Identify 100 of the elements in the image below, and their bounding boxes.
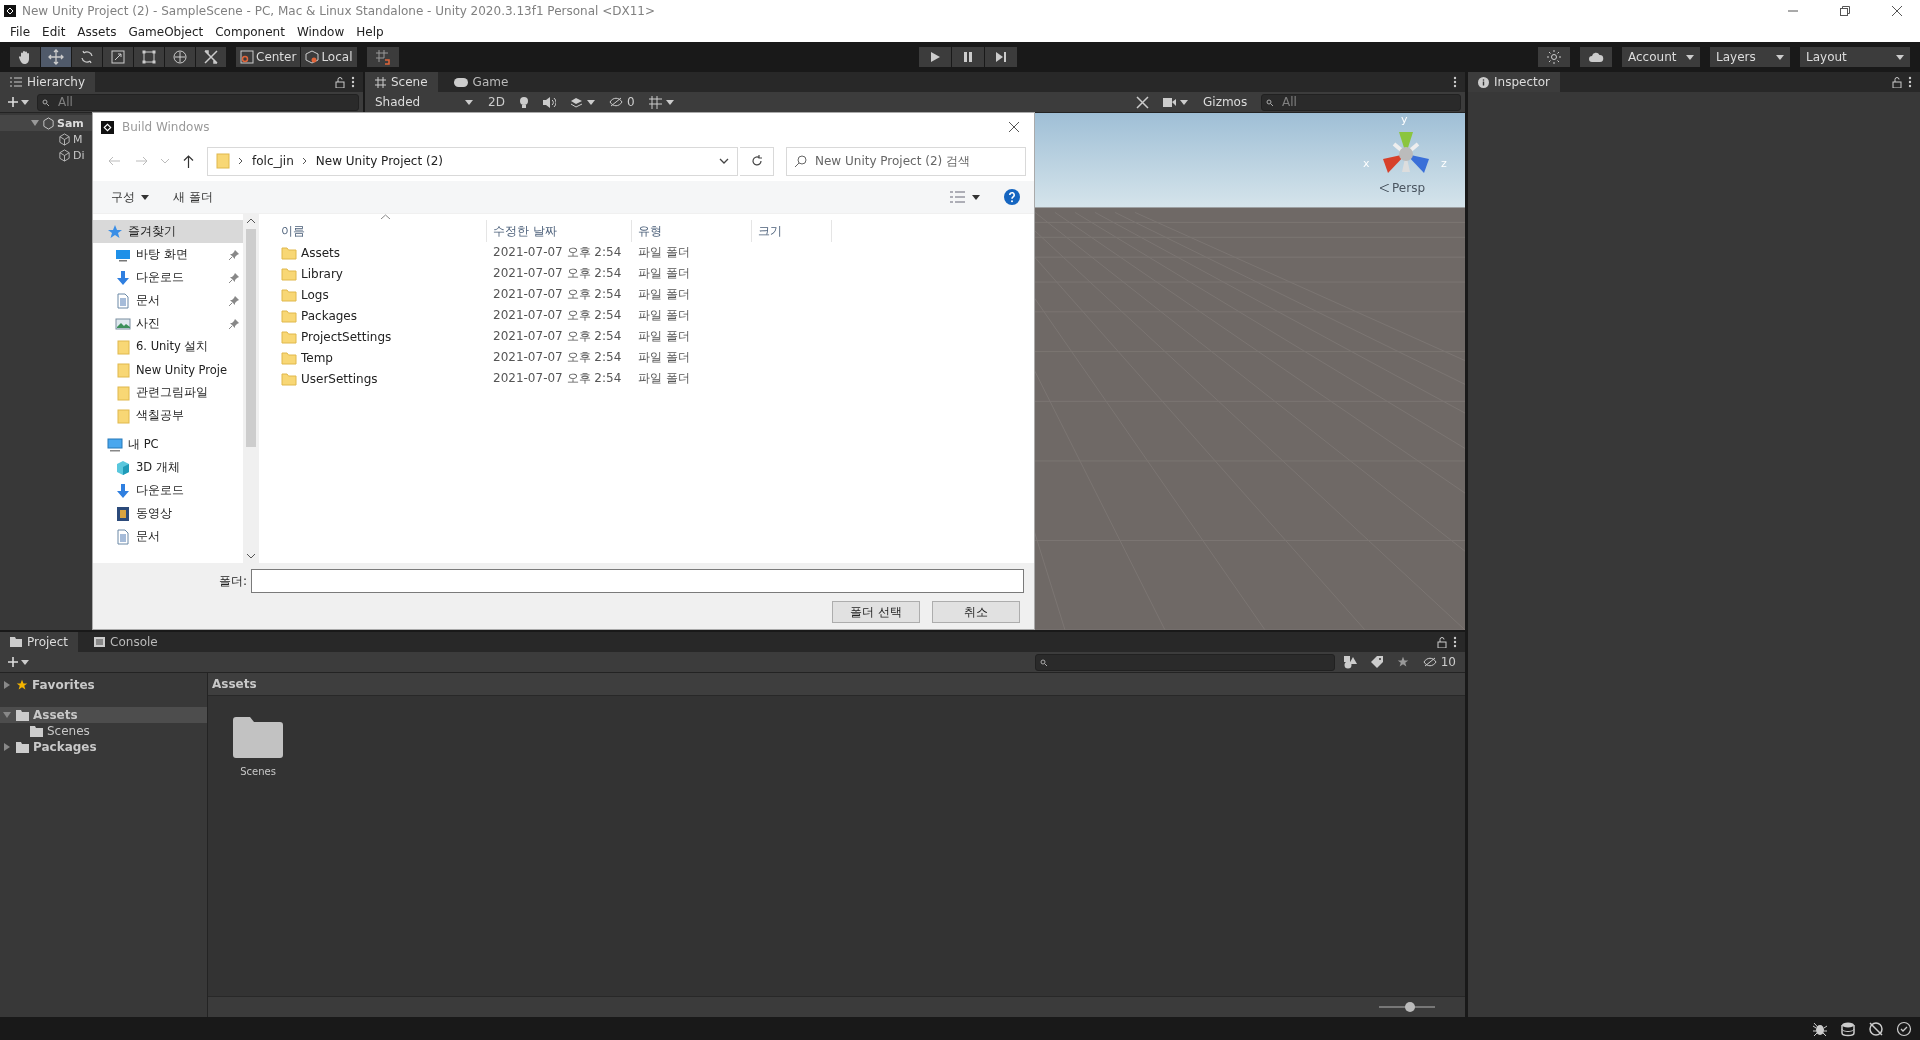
scrollbar[interactable] [243,214,259,563]
expand-arrow-icon[interactable] [30,120,40,126]
nav-item[interactable]: 바탕 화면 [136,247,188,262]
inspector-tab[interactable]: Inspector [1468,72,1560,92]
menu-item[interactable]: File [4,25,37,39]
network-icon[interactable] [1868,1020,1884,1037]
tool-button[interactable] [165,47,195,67]
file-name[interactable]: Packages [301,308,357,323]
pin-icon[interactable] [229,272,239,283]
menu-item[interactable]: Edit [36,25,72,39]
account-dropdown[interactable]: Account [1622,47,1700,67]
search-field[interactable]: All [37,93,359,111]
nav-item[interactable]: New Unity Proje [136,362,228,377]
new-folder-button[interactable]: 새 폴더 [173,188,213,206]
panel-tab[interactable]: Project [0,632,79,652]
tree-item[interactable]: Assets [33,708,78,722]
expand-arrow-icon[interactable] [2,743,12,751]
nav-item[interactable]: 다운로드 [136,483,184,498]
file-name[interactable]: Library [301,266,343,281]
modified-date: 2021-07-07 오후 2:54 [493,286,622,303]
nav-item[interactable]: 내 PC [128,437,159,452]
more-icon[interactable] [1453,636,1457,648]
pin-icon[interactable] [229,318,239,329]
view-tab[interactable]: Scene [365,72,438,92]
file-name[interactable]: UserSettings [301,371,378,386]
file-type: 파일 폴더 [638,328,690,345]
more-icon[interactable] [1908,76,1912,88]
zoom-slider[interactable] [1379,1001,1435,1013]
expand-arrow-icon[interactable] [2,681,12,689]
pin-icon[interactable] [229,249,239,260]
space-button[interactable]: Local [301,47,357,67]
projection-label[interactable]: Persp [1392,181,1425,195]
hidden-objects-toggle[interactable]: 0 [603,92,640,112]
tool-button[interactable] [196,47,226,67]
lock-icon[interactable] [1437,636,1447,648]
pin-icon[interactable] [229,295,239,306]
nav-item[interactable]: 문서 [136,529,160,544]
dialog-button[interactable]: 취소 [932,601,1020,623]
breadcrumb[interactable]: Assets [212,677,257,691]
tool-button[interactable] [103,47,133,67]
tool-button[interactable] [10,47,40,67]
nav-item[interactable]: 3D 개체 [136,460,180,475]
play-button[interactable] [919,47,952,67]
organize-button[interactable]: 구성 [111,188,149,206]
tool-button[interactable] [72,47,102,67]
nav-item[interactable]: 문서 [136,293,160,308]
bug-icon[interactable] [1812,1020,1828,1037]
column-header[interactable]: 유형 [632,220,752,242]
file-name[interactable]: Temp [301,350,333,365]
game-object-item[interactable]: M [73,132,83,146]
column-header[interactable]: 크기 [752,220,832,242]
tree-item[interactable]: Packages [33,740,97,754]
step-button[interactable] [985,47,1018,67]
help-icon[interactable] [1004,189,1020,205]
grid-snap-button[interactable] [366,47,399,67]
nav-item[interactable]: 다운로드 [136,270,184,285]
lock-icon[interactable] [1892,76,1902,88]
more-icon[interactable] [351,76,355,88]
refresh-button[interactable] [740,146,774,176]
column-header[interactable]: 수정한 날짜 [487,220,632,242]
game-object-item[interactable]: Di [73,148,85,162]
2d-toggle[interactable]: 2D [483,92,510,112]
layout-dropdown[interactable]: Layout [1800,47,1910,67]
search-field[interactable] [1034,653,1335,671]
nav-item[interactable]: 사진 [136,316,160,331]
nav-item[interactable]: 6. Unity 설치 [136,339,209,354]
menu-item[interactable]: Assets [71,25,123,39]
scene-item[interactable]: Sam [57,116,84,130]
database-icon[interactable] [1840,1020,1856,1037]
more-icon[interactable] [1453,76,1457,88]
tool-button[interactable] [134,47,164,67]
check-icon[interactable] [1896,1020,1912,1037]
address-bar[interactable]: folc_jin New Unity Project (2) [207,146,738,176]
menu-item[interactable]: Help [350,25,390,39]
column-header[interactable]: 이름 [275,220,487,242]
view-options-button[interactable] [950,191,980,203]
tool-button[interactable] [41,47,71,67]
pause-button[interactable] [952,47,985,67]
menu-item[interactable]: Component [209,25,291,39]
tree-item[interactable]: Scenes [47,724,90,738]
folder-input[interactable] [251,569,1024,593]
menu-item[interactable]: GameObject [122,25,210,39]
cloud-button[interactable] [1580,47,1612,67]
nav-item[interactable]: 관련그림파일 [136,385,208,400]
menu-item[interactable]: Window [290,25,351,39]
nav-item[interactable]: 동영상 [136,506,172,521]
tree-item[interactable]: Favorites [32,678,95,692]
layers-dropdown[interactable]: Layers [1710,47,1790,67]
folder-icon[interactable] [233,716,283,758]
lighting-button[interactable] [1538,47,1570,67]
file-name[interactable]: Assets [301,245,341,260]
lock-icon[interactable] [335,76,345,88]
hierarchy-tab[interactable]: Hierarchy [0,72,95,92]
hidden-packages-toggle[interactable]: 10 [1417,652,1461,672]
file-name[interactable]: Logs [301,287,329,302]
search-field[interactable]: All [1261,93,1461,111]
nav-item[interactable]: 색칠공부 [136,408,184,423]
pivot-button[interactable]: Center [236,47,301,67]
file-name[interactable]: ProjectSettings [301,329,392,344]
dialog-button[interactable]: 폴더 선택 [832,601,920,623]
